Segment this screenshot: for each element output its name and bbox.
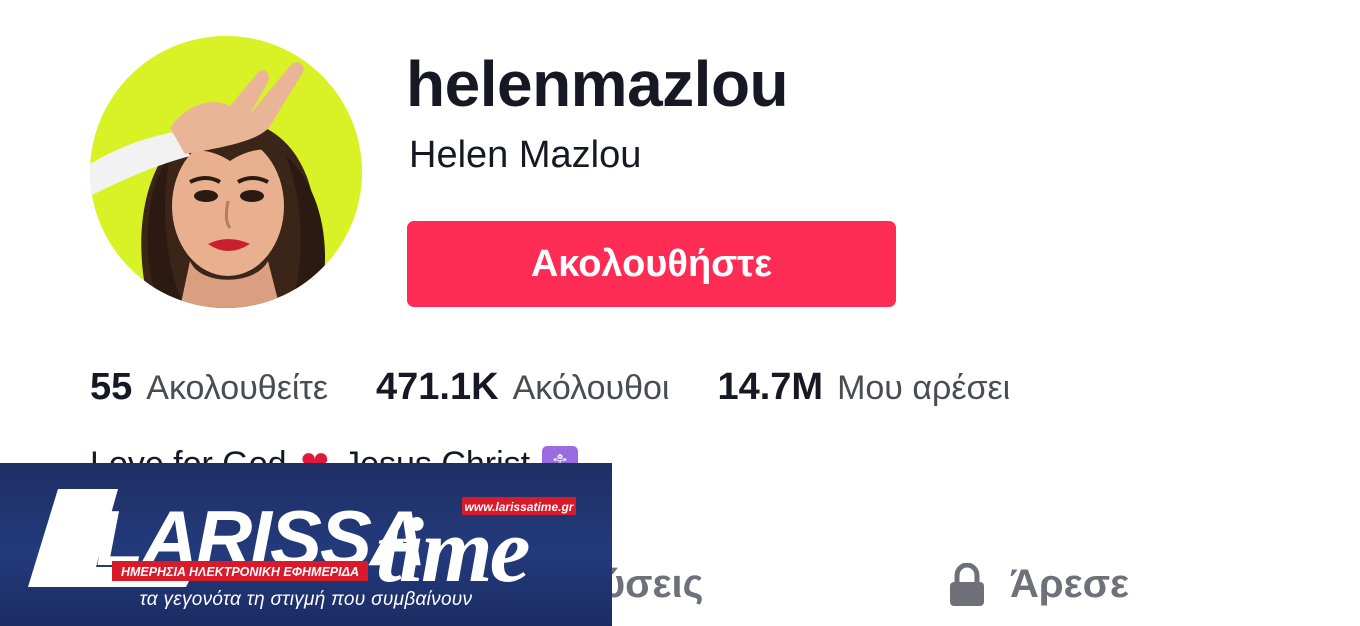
stat-followers-label: Ακόλουθοι [512,369,670,407]
logo-subtitle: ΗΜΕΡΗΣΙΑ ΗΛΕΚΤΡΟΝΙΚΗ ΕΦΗΜΕΡΙΔΑ [121,565,359,579]
profile-stats: 55 Ακολουθείτε 471.1K Ακόλουθοι 14.7M Μο… [90,366,1058,414]
stat-likes: 14.7M Μου αρέσει [717,366,1010,409]
tab-liked-label: Άρεσε [1010,562,1129,606]
display-name: Helen Mazlou [409,134,642,176]
stat-following[interactable]: 55 Ακολουθείτε [90,366,328,409]
larissatime-watermark: LARISSA time www.larissatime.gr ΗΜΕΡΗΣΙΑ… [0,463,612,626]
stat-following-value: 55 [90,366,133,408]
follow-button[interactable]: Ακολουθήστε [407,221,896,307]
stat-likes-label: Μου αρέσει [837,369,1011,407]
profile-photo-illustration [90,36,362,308]
stat-likes-value: 14.7M [717,366,824,408]
avatar[interactable] [90,36,362,308]
profile-page: helenmazlou Helen Mazlou Ακολουθήστε 55 … [0,0,1360,626]
lock-icon [948,561,986,607]
tab-liked[interactable]: Άρεσε [948,561,1129,607]
stat-following-label: Ακολουθείτε [146,369,329,407]
logo-tagline: τα γεγονότα τη στιγμή που συμβαίνουν [139,589,473,610]
username: helenmazlou [406,48,789,120]
stat-followers[interactable]: 471.1K Ακόλουθοι [376,366,669,409]
stat-followers-value: 471.1K [376,366,499,408]
logo-url: www.larissatime.gr [465,500,575,514]
